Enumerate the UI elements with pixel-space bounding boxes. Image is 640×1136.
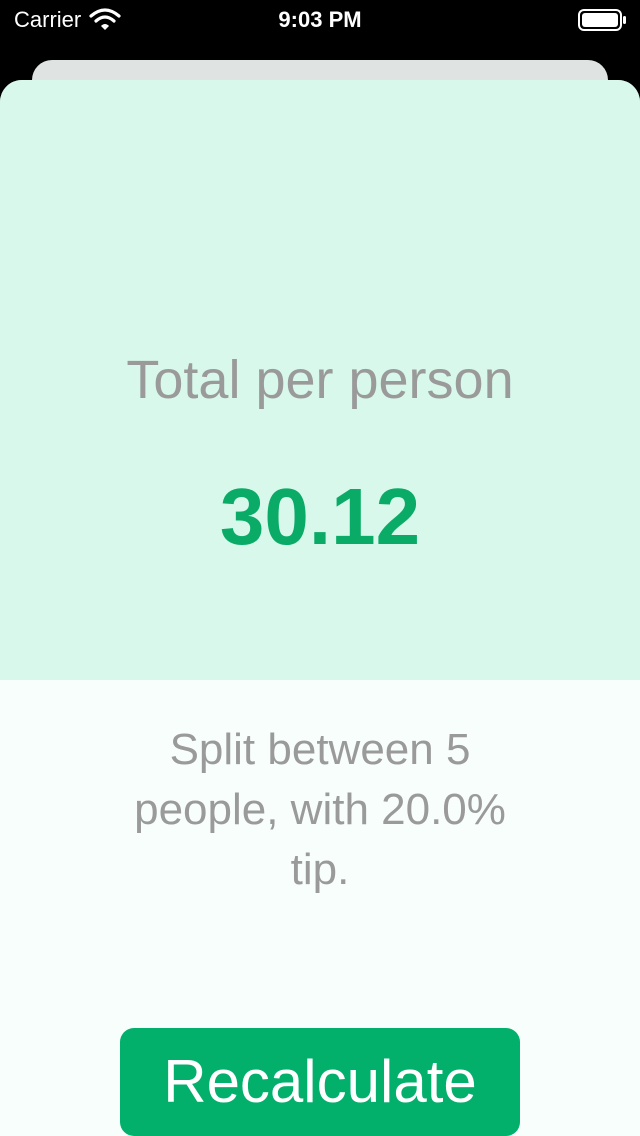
result-sheet: Total per person 30.12 Split between 5 p… [0,80,640,1136]
battery-icon [578,9,626,31]
total-per-person-label: Total per person [126,350,514,410]
status-time: 9:03 PM [278,7,362,32]
total-panel: Total per person 30.12 [0,80,640,680]
total-per-person-value: 30.12 [219,472,421,561]
status-bar: Carrier 9:03 PM [0,0,640,40]
split-settings-text: Split between 5 people, with 20.0% tip. [134,725,506,894]
recalculate-button[interactable]: Recalculate [120,1028,520,1136]
